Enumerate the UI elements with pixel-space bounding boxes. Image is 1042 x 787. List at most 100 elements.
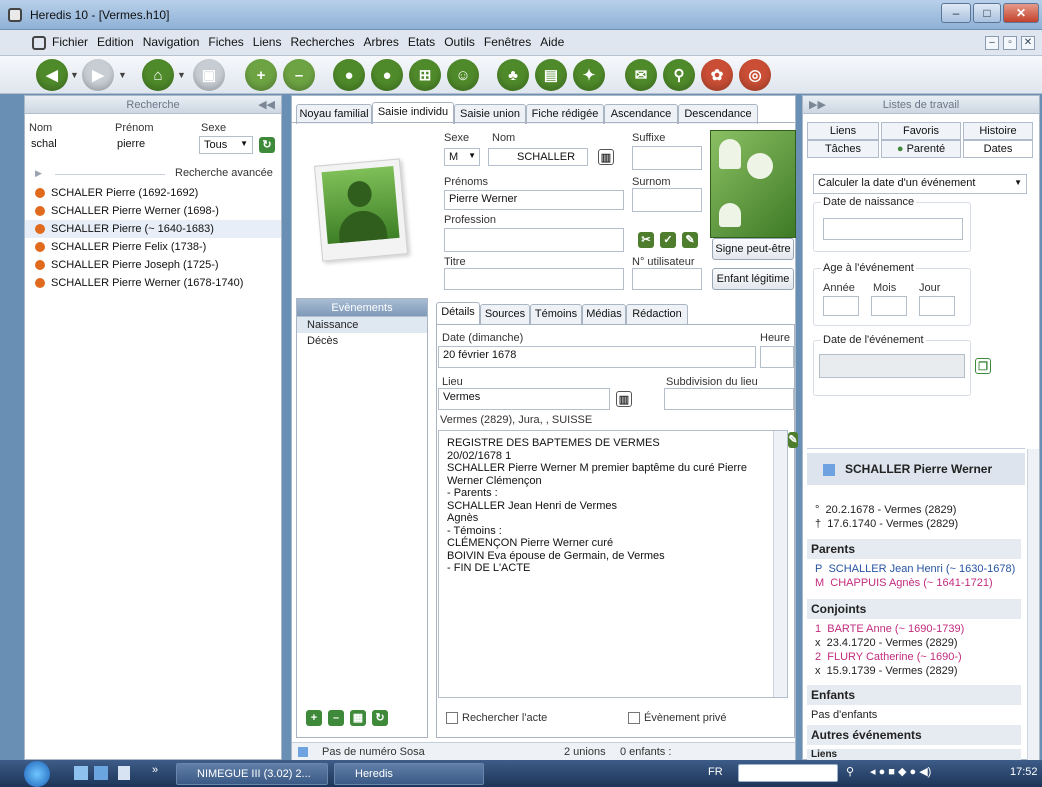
list-item[interactable]: SCHALLER Pierre Werner (1698-) [25,202,281,220]
menu-edition[interactable]: Edition [97,35,134,49]
home-dropdown-icon[interactable]: ▼ [177,70,186,80]
expand-advanced-icon[interactable]: ▶ [35,168,42,179]
menu-recherches[interactable]: Recherches [290,35,354,49]
tab-details[interactable]: Détails [436,302,480,324]
book-icon[interactable]: ▥ [598,149,614,165]
evenement-prive-checkbox[interactable] [628,712,640,724]
menu-arbres[interactable]: Arbres [363,35,398,49]
menu-fiches[interactable]: Fiches [208,35,243,49]
event-item-deces[interactable]: Décès [297,333,427,349]
collapse-right-icon[interactable]: ▶▶ [809,96,826,114]
mdi-restore-button[interactable]: ▫ [1003,36,1017,50]
add-person-icon[interactable]: + [245,59,277,91]
tab-medias[interactable]: Médias [582,304,626,324]
menu-fichier[interactable]: Fichier [52,35,88,49]
palette-icon[interactable]: ✿ [701,59,733,91]
run-search-icon[interactable]: ↻ [259,137,275,153]
refresh-icon[interactable]: ↻ [372,710,388,726]
clock[interactable]: 17:52 [1010,766,1038,778]
list-item[interactable]: SCHALLER Pierre Joseph (1725-) [25,256,281,274]
menu-fenetres[interactable]: Fenêtres [484,35,531,49]
note-edit-icon[interactable]: ✎ [788,432,798,448]
event-note-textarea[interactable]: REGISTRE DES BAPTEMES DE VERMES 20/02/16… [438,430,788,698]
maximize-button[interactable]: □ [973,3,1001,23]
tray-icons[interactable]: ◂ ● ■ ◆ ● ◀) [870,765,931,778]
mail-icon[interactable]: ✉ [625,59,657,91]
calc-date-select[interactable]: Calculer la date d'un événement ▼ [813,174,1027,194]
explorer-icon[interactable] [94,766,108,780]
mdi-minimize-button[interactable]: – [985,36,999,50]
scissors-icon[interactable]: ✂ [638,232,654,248]
tab-ascendance[interactable]: Ascendance [604,104,678,124]
enfant-legitime-button[interactable]: Enfant légitime [712,268,794,290]
idea-icon[interactable]: ✦ [573,59,605,91]
check-icon[interactable]: ✓ [660,232,676,248]
globe-icon[interactable]: ◎ [739,59,771,91]
summary-scrollbar[interactable] [1027,449,1039,761]
annee-input[interactable] [823,296,859,316]
remove-person-icon[interactable]: – [283,59,315,91]
tab-descendance[interactable]: Descendance [678,104,758,124]
back-icon[interactable]: ◀ [36,59,68,91]
family-icon[interactable]: ☺ [447,59,479,91]
mother-link[interactable]: M CHAPPUIS Agnès (~ 1641-1721) [815,577,993,589]
note-scrollbar[interactable] [773,431,787,697]
list-item[interactable]: SCHALLER Pierre (~ 1640-1683) [25,220,281,238]
tab-dates[interactable]: Dates [963,140,1033,158]
prenoms-input[interactable]: Pierre Werner [444,190,624,210]
tab-favoris[interactable]: Favoris [881,122,961,140]
tab-parente[interactable]: ● Parenté [881,140,961,158]
profession-input[interactable] [444,228,624,252]
add-event-icon[interactable]: + [306,710,322,726]
mdi-close-button[interactable]: ✕ [1021,36,1035,50]
list-item[interactable]: SCHALLER Pierre Felix (1738-) [25,238,281,256]
rechercher-acte-checkbox[interactable] [446,712,458,724]
nom-field-input[interactable]: SCHALLER [488,148,588,166]
tab-taches[interactable]: Tâches [807,140,879,158]
portrait-frame[interactable] [313,158,409,262]
lieu-input[interactable]: Vermes [438,388,610,410]
father-link[interactable]: P SCHALLER Jean Henri (~ 1630-1678) [815,563,1015,575]
edit-icon[interactable]: ✎ [682,232,698,248]
person-icon[interactable]: ● [333,59,365,91]
event-item-naissance[interactable]: Naissance [297,317,427,333]
remove-event-icon[interactable]: – [328,710,344,726]
numero-utilisateur-input[interactable] [632,268,702,290]
show-desktop-icon[interactable] [74,766,88,780]
language-indicator[interactable]: FR [708,766,723,778]
start-button[interactable] [24,761,50,787]
place-book-icon[interactable]: ▥ [616,391,632,407]
forward-dropdown-icon[interactable]: ▼ [118,70,127,80]
list-item[interactable]: SCHALLER Pierre Werner (1678-1740) [25,274,281,292]
tab-sources[interactable]: Sources [480,304,530,324]
date-naissance-input[interactable] [823,218,963,240]
menu-navigation[interactable]: Navigation [143,35,200,49]
couple-icon[interactable]: ● [371,59,403,91]
menu-aide[interactable]: Aide [540,35,564,49]
copy-icon[interactable]: ❐ [975,358,991,374]
back-dropdown-icon[interactable]: ▼ [70,70,79,80]
home-icon[interactable]: ⌂ [142,59,174,91]
google-search-input[interactable] [738,764,838,782]
menu-liens[interactable]: Liens [253,35,282,49]
save-icon[interactable]: ▣ [193,59,225,91]
document-quicklaunch-icon[interactable] [118,766,130,780]
titre-input[interactable] [444,268,624,290]
cart-icon[interactable]: ⊞ [409,59,441,91]
chart-icon[interactable]: ▤ [535,59,567,91]
close-button[interactable]: ✕ [1003,3,1039,23]
overflow-chevron-icon[interactable]: » [152,764,158,776]
advanced-search-link[interactable]: Recherche avancée [175,167,273,179]
search-icon[interactable]: ⚲ [663,59,695,91]
tab-histoire[interactable]: Histoire [963,122,1033,140]
search-go-icon[interactable]: ⚲ [846,765,854,778]
suffixe-input[interactable] [632,146,702,170]
surnom-input[interactable] [632,188,702,212]
family-preview[interactable] [710,130,796,238]
sexe-field-select[interactable]: M ▼ [444,148,480,166]
signe-peut-etre-button[interactable]: Signe peut-être [712,238,794,260]
calendar-icon[interactable]: ▦ [350,710,366,726]
sexe-select[interactable]: Tous ▼ [199,136,253,154]
list-item[interactable]: SCHALER Pierre (1692-1692) [25,184,281,202]
nom-search-input[interactable]: schal [27,136,107,154]
